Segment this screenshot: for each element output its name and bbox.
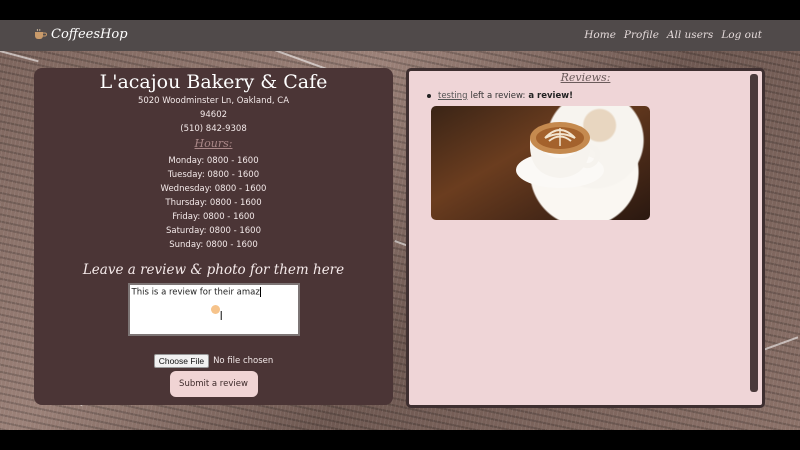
shop-details-card: L'acajou Bakery & Cafe 5020 Woodminster … bbox=[34, 68, 393, 405]
nav-links: Home Profile All users Log out bbox=[584, 29, 762, 41]
file-status: No file chosen bbox=[213, 356, 274, 366]
hours-tuesday: Tuesday: 0800 - 1600 bbox=[167, 170, 260, 180]
review-textarea-value: This is a review for their amaz bbox=[131, 287, 260, 298]
coffee-cup-icon bbox=[35, 29, 47, 39]
shop-name: L'acajou Bakery & Cafe bbox=[99, 71, 328, 93]
review-list-item: testing left a review: a review! bbox=[427, 91, 573, 101]
submit-review-button[interactable]: Submit a review bbox=[169, 371, 258, 397]
review-text: a review! bbox=[528, 91, 573, 101]
hours-monday: Monday: 0800 - 1600 bbox=[168, 156, 259, 166]
shop-address: 5020 Woodminster Ln, Oakland, CA bbox=[137, 96, 290, 106]
review-textarea[interactable]: This is a review for their amaz I bbox=[127, 283, 300, 336]
nav-home-link[interactable]: Home bbox=[584, 29, 616, 41]
hours-heading: Hours: bbox=[194, 137, 233, 150]
mouse-cursor-highlight bbox=[210, 305, 220, 314]
text-cursor-icon: I bbox=[219, 309, 224, 323]
hours-friday: Friday: 0800 - 1600 bbox=[172, 212, 255, 222]
brand-name: CoffeesHop bbox=[51, 27, 128, 42]
choose-file-button[interactable]: Choose File bbox=[153, 354, 210, 368]
nav-profile-link[interactable]: Profile bbox=[624, 29, 659, 41]
reviews-scrollbar[interactable] bbox=[750, 74, 758, 392]
nav-all-users-link[interactable]: All users bbox=[667, 29, 713, 41]
latte-art-icon bbox=[516, 122, 604, 188]
brand-link[interactable]: CoffeesHop bbox=[34, 27, 128, 42]
review-author-link[interactable]: testing bbox=[438, 91, 467, 101]
hours-wednesday: Wednesday: 0800 - 1600 bbox=[160, 184, 267, 194]
shop-zip: 94602 bbox=[199, 110, 228, 120]
file-upload-row: Choose File No file chosen bbox=[34, 354, 393, 368]
review-meta: left a review: bbox=[470, 91, 526, 101]
reviews-panel[interactable]: Reviews: testing left a review: a review… bbox=[406, 68, 765, 408]
bullet-icon bbox=[427, 94, 431, 98]
nav-logout-link[interactable]: Log out bbox=[721, 29, 762, 41]
review-prompt: Leave a review & photo for them here bbox=[82, 262, 345, 278]
page-background: CoffeesHop Home Profile All users Log ou… bbox=[0, 20, 800, 430]
hours-thursday: Thursday: 0800 - 1600 bbox=[165, 198, 262, 208]
review-photo bbox=[431, 106, 650, 220]
top-navbar: CoffeesHop Home Profile All users Log ou… bbox=[0, 20, 800, 51]
reviews-heading: Reviews: bbox=[560, 71, 611, 84]
shop-phone: (510) 842-9308 bbox=[180, 124, 247, 134]
text-caret bbox=[259, 287, 261, 297]
hours-saturday: Saturday: 0800 - 1600 bbox=[166, 226, 261, 236]
hours-list: Monday: 0800 - 1600 Tuesday: 0800 - 1600… bbox=[34, 154, 393, 252]
hours-sunday: Sunday: 0800 - 1600 bbox=[169, 240, 258, 250]
